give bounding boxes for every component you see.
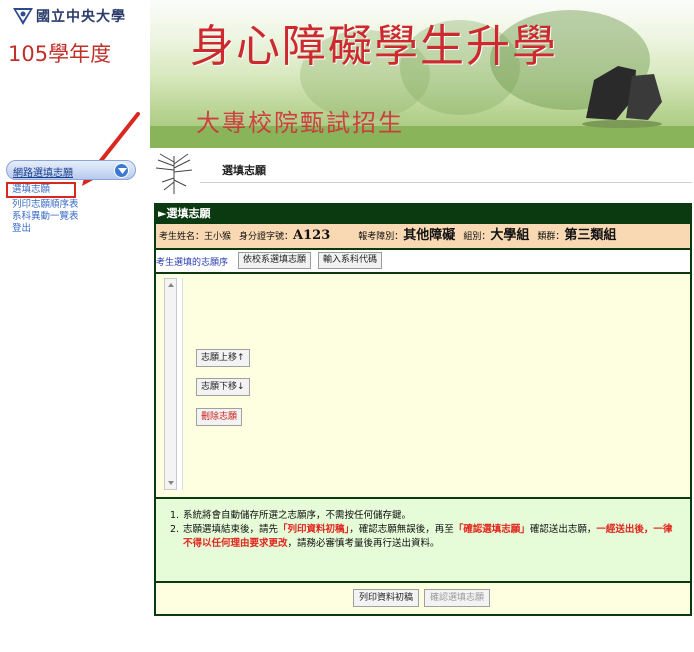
tab-by-school[interactable]: 依校系選填志願 [238,252,312,269]
note-highlight: 「列印資料初稿」 [278,524,350,535]
sidebar: 網路選填志願 選填志願 列印志願順序表 系科異動一覽表 登出 [6,160,142,235]
sidebar-links: 選填志願 列印志願順序表 系科異動一覽表 登出 [6,182,142,235]
student-category: 其他障礙 [403,228,456,243]
student-id: A123 [293,228,331,243]
banner-subtitle: 大專校院甄試招生 [196,109,404,137]
tab-row: 考生選填的志願序 依校系選填志願 輸入系科代碼 [156,250,690,272]
delete-choice-button[interactable]: 刪除志願 [196,408,243,426]
choice-listbox[interactable] [177,278,183,490]
note-number: 2. [170,524,180,535]
sculpture-icon [582,66,662,128]
group-label: 組別： [463,232,491,242]
note-item: 2. 志願選填結束後，請先「列印資料初稿」，確認志願無誤後，再至「確認選填志願」… [170,523,680,551]
sidebar-header-label[interactable]: 網路選填志願 [13,164,73,179]
student-class: 第三類組 [564,228,617,243]
move-up-button[interactable]: 志願上移↑ [196,349,250,367]
note-number: 1. [170,510,180,521]
note-text: 確認送出志願， [529,524,597,535]
scroll-down-icon[interactable] [166,478,176,488]
page-title: 選填志願 [222,164,266,177]
page-head: 選填志願 [152,150,692,198]
note-item: 1. 系統將會自動儲存所選之志願序，不需按任何儲存鍵。 [170,509,680,523]
student-name: 王小猴 [204,232,232,242]
name-label: 考生姓名： [159,232,205,242]
divider [200,182,692,183]
class-label: 類群： [537,232,565,242]
chevron-down-icon[interactable] [114,163,129,178]
note-text: 系統將會自動儲存所選之志願序，不需按任何儲存鍵。 [183,510,412,521]
student-info-row: 考生姓名：王小猴 身分證字號：A123 報考障別：其他障礙 組別：大學組 類群：第三類組 [156,224,690,248]
confirm-choices-button[interactable]: 確認選填志願 [424,589,491,607]
note-text: ，請務必審慎考量後再行送出資料。 [287,538,440,549]
choice-list-area: 志願上移↑ 志願下移↓ 刪除志願 [156,274,690,497]
note-text: 志願選填結束後，請先 [183,524,279,535]
banner-title: 身心障礙學生升學 [190,21,558,72]
sidebar-item-fill-choice[interactable]: 選填志願 [6,182,76,198]
scroll-up-icon[interactable] [166,280,176,290]
sidebar-item-logout[interactable]: 登出 [6,223,142,235]
sidebar-header[interactable]: 網路選填志願 [6,160,136,180]
move-down-button[interactable]: 志願下移↓ [196,378,250,396]
notes-list: 1. 系統將會自動儲存所選之志願序，不需按任何儲存鍵。 2. 志願選填結束後，請… [170,509,680,551]
student-group: 大學組 [490,228,530,243]
sidebar-item-dept-changes[interactable]: 系科異動一覽表 [6,211,142,223]
panel-title: ►選填志願 [156,205,690,222]
tab-current-choices[interactable]: 考生選填的志願序 [156,255,228,268]
university-name: 國立中央大學 [36,9,126,25]
note-text: ，確認志願無誤後，再至 [349,524,454,535]
main-content: 選填志願 ►選填志願 考生姓名：王小猴 身分證字號：A123 報考障別：其他障礙 組別… [152,150,692,616]
choice-listbox-scrollbar[interactable] [164,278,177,490]
tab-input-code[interactable]: 輸入系科代碼 [318,252,383,269]
footer-button-row: 列印資料初稿 確認選填志願 [156,583,690,614]
banner: 身心障礙學生升學 大專校院甄試招生 [150,0,694,148]
category-label: 報考障別： [358,232,404,242]
note-highlight: 「確認選填志願」 [453,524,530,535]
pine-branch-icon [155,153,193,194]
sidebar-item-print-order[interactable]: 列印志願順序表 [6,199,142,211]
print-draft-button[interactable]: 列印資料初稿 [353,589,420,607]
choice-panel: ►選填志願 考生姓名：王小猴 身分證字號：A123 報考障別：其他障礙 組別：大學組類… [154,203,692,616]
notes: 1. 系統將會自動儲存所選之志願序，不需按任何儲存鍵。 2. 志願選填結束後，請… [156,499,690,581]
id-label: 身分證字號： [239,232,294,242]
university-emblem-icon [13,8,33,25]
academic-year: 105學年度 [8,42,112,66]
